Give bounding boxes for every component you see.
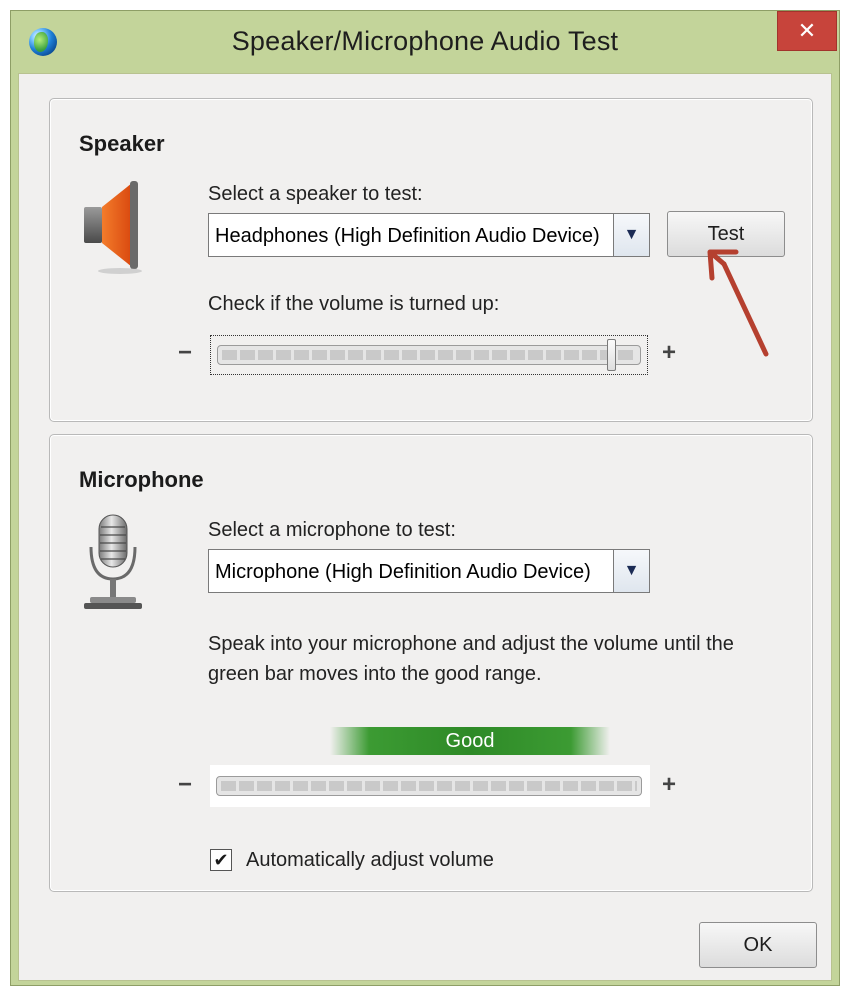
- window-title: Speaker/Microphone Audio Test: [231, 26, 619, 56]
- speaker-select-label: Select a speaker to test:: [208, 183, 423, 205]
- speaker-volume-track: [217, 345, 641, 365]
- speaker-icon: [84, 181, 142, 274]
- speaker-heading: Speaker: [79, 131, 165, 156]
- speaker-device-value: Headphones (High Definition Audio Device…: [215, 225, 600, 247]
- annotation-arrow: [707, 249, 769, 357]
- close-button[interactable]: ✕: [777, 11, 837, 51]
- mic-volume-minus-icon: −: [178, 771, 193, 798]
- microphone-level-meter[interactable]: [210, 765, 650, 807]
- check-icon: ✔: [213, 850, 229, 870]
- volume-plus-icon: +: [662, 339, 677, 366]
- microphone-select-label: Select a microphone to test:: [208, 519, 456, 541]
- chevron-down-icon[interactable]: ▼: [613, 214, 649, 256]
- chevron-down-icon[interactable]: ▼: [613, 550, 649, 592]
- speaker-device-select[interactable]: Headphones (High Definition Audio Device…: [208, 213, 650, 257]
- ok-button[interactable]: OK: [699, 922, 817, 968]
- auto-adjust-checkbox[interactable]: ✔: [210, 849, 232, 871]
- instructions-line-2: green bar moves into the good range.: [208, 663, 542, 685]
- auto-adjust-label[interactable]: Automatically adjust volume: [246, 849, 494, 872]
- mic-volume-plus-icon: +: [662, 771, 677, 798]
- audio-test-window: Speaker/Microphone Audio Test ✕ Speaker: [10, 10, 840, 986]
- dialog-client-area: Speaker Select a speaker to test: Headph…: [18, 73, 832, 981]
- microphone-level-track: [216, 776, 642, 796]
- microphone-device-select[interactable]: Microphone (High Definition Audio Device…: [208, 549, 650, 593]
- volume-minus-icon: −: [178, 339, 193, 366]
- good-range-indicator: Good: [330, 727, 610, 755]
- microphone-group: Microphone Select a microphone to test: …: [49, 434, 813, 892]
- title-bar: Speaker/Microphone Audio Test ✕: [11, 11, 839, 73]
- instructions-line-1: Speak into your microphone and adjust th…: [208, 633, 734, 655]
- speaker-volume-thumb[interactable]: [607, 339, 617, 371]
- speaker-volume-slider[interactable]: [210, 335, 648, 375]
- volume-check-label: Check if the volume is turned up:: [208, 293, 500, 315]
- microphone-instructions: Speak into your microphone and adjust th…: [208, 629, 798, 689]
- microphone-heading: Microphone: [79, 467, 204, 492]
- microphone-device-value: Microphone (High Definition Audio Device…: [215, 561, 591, 583]
- microphone-icon: [84, 514, 142, 609]
